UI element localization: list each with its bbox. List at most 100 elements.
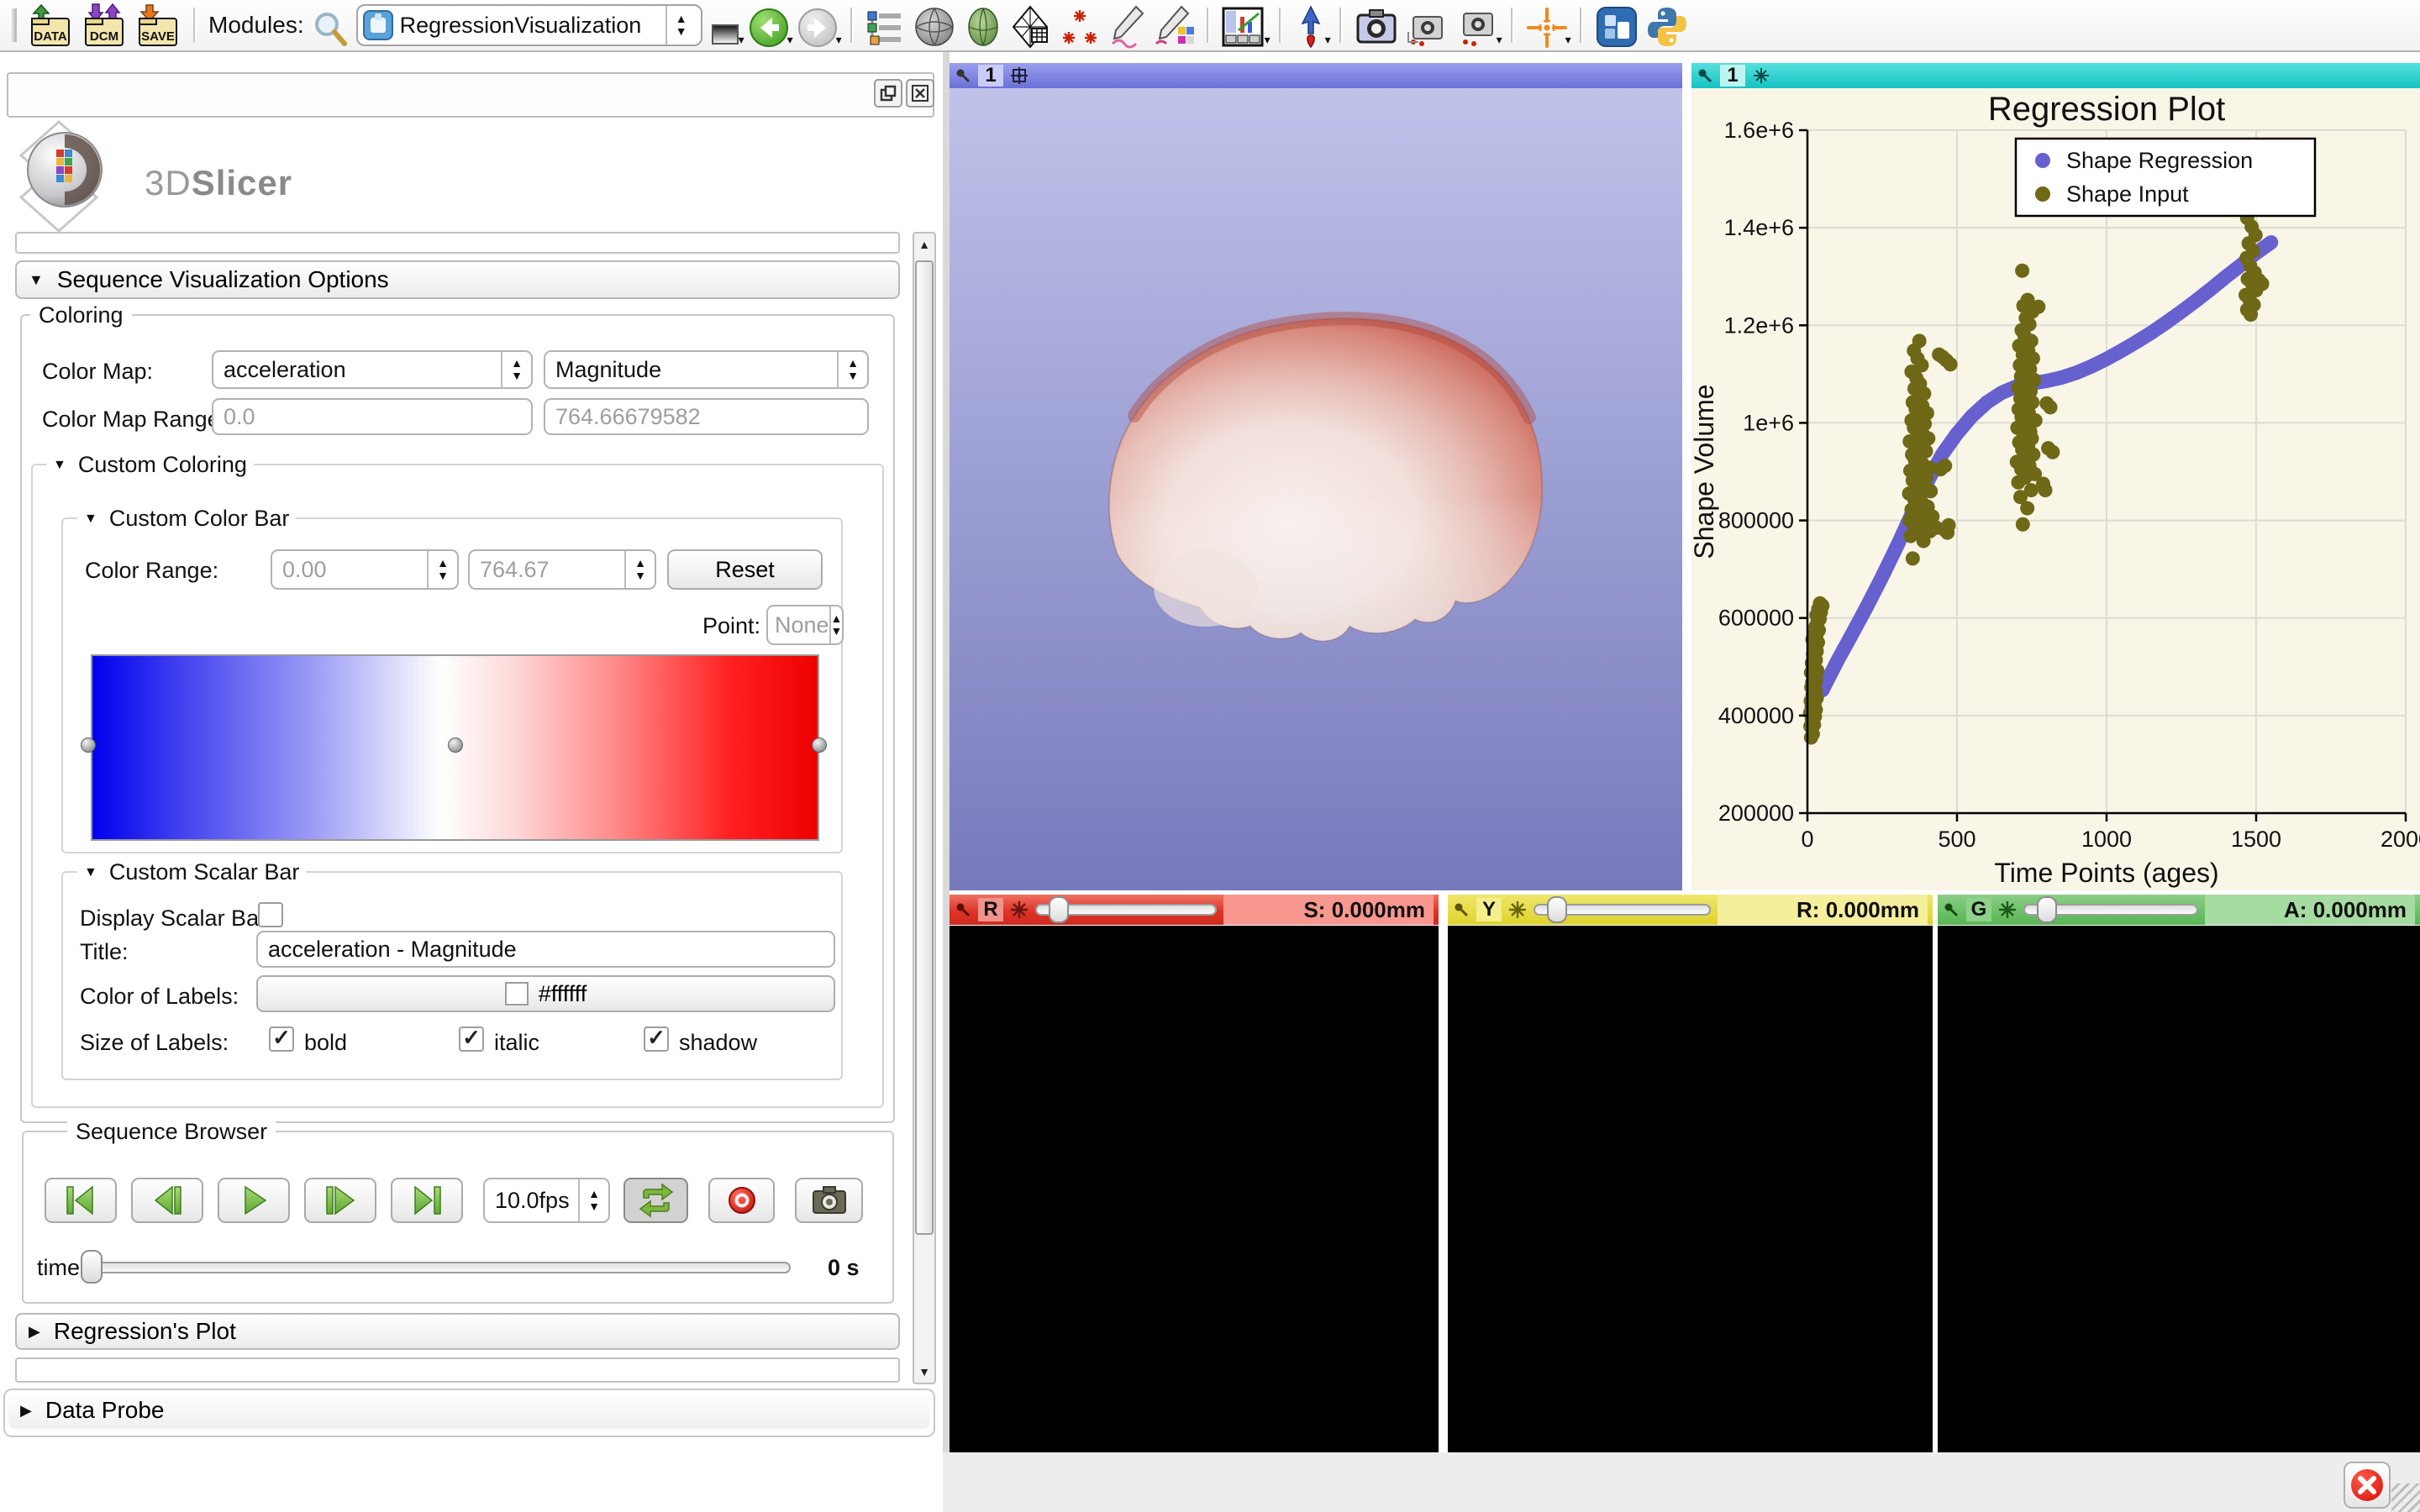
scrollbar-down-icon[interactable]: ▼ [914,1361,934,1383]
pin-icon[interactable] [955,67,971,84]
slice-visibility-icon[interactable] [1998,900,2017,919]
min-spin-arrows[interactable]: ▲▼ [427,551,457,588]
gradient-handle-right[interactable] [812,738,827,753]
error-log-close-button[interactable] [2344,1462,2391,1509]
record-button[interactable] [708,1178,775,1223]
module-search-button[interactable] [309,2,351,49]
time-label: time [37,1255,80,1281]
point-spin-arrows[interactable]: ▲▼ [829,606,843,643]
shadow-checkbox[interactable] [644,1026,669,1052]
time-slider[interactable] [85,1262,791,1273]
gradient-handle-left[interactable] [81,738,96,753]
annotation-pencil-button[interactable] [1104,2,1150,49]
color-map-range-min-field[interactable]: 0.0 [212,398,533,435]
module-selector[interactable]: RegressionVisualization ▲▼ [356,4,702,46]
load-dicom-button[interactable]: DCM [77,2,131,49]
section-data-probe[interactable]: ▶ Data Probe [8,1392,930,1429]
subject-hierarchy-button[interactable] [862,2,909,49]
display-scalar-bar-checkbox[interactable] [258,902,283,927]
panel-splitter[interactable] [943,52,950,1512]
previous-frame-button[interactable] [131,1178,203,1223]
yellow-slider-handle[interactable] [1547,896,1567,923]
play-button[interactable] [218,1178,290,1223]
threed-viewport[interactable] [950,88,1682,890]
screenshot-button[interactable] [1351,2,1402,49]
view-link-icon[interactable] [1010,66,1028,85]
panel-close-button[interactable] [906,79,934,108]
custom-scalar-bar-toggle[interactable]: ▼ Custom Scalar Bar [77,859,306,885]
custom-color-bar-toggle[interactable]: ▼ Custom Color Bar [77,506,296,532]
next-frame-button[interactable] [304,1178,376,1223]
go-to-first-frame-button[interactable] [45,1178,117,1223]
color-map-component-combobox[interactable]: Magnitude ▲▼ [544,350,869,389]
pin-icon[interactable] [1943,901,1960,918]
bold-checkbox[interactable] [269,1026,294,1052]
gradient-handle-middle[interactable] [448,738,463,753]
sequence-screenshot-button[interactable] [795,1178,863,1223]
module-history-icon [711,24,741,49]
section-regressions-plot[interactable]: ▶ Regression's Plot [15,1313,900,1350]
plot-viewport[interactable]: 2000004000006000008000001e+61.2e+61.4e+6… [1691,88,2420,890]
module-history-button[interactable]: ▾ [708,2,744,49]
fps-spinbox[interactable]: 10.0fps ▲▼ [483,1178,610,1223]
fps-spin-arrows[interactable]: ▲▼ [578,1179,608,1221]
color-map-range-max-field[interactable]: 764.66679582 [544,398,869,435]
section-sequence-visualization-options[interactable]: ▼ Sequence Visualization Options [15,260,900,299]
scene-view-restore-button[interactable]: ▾ [1452,2,1502,49]
extensions-manager-button[interactable] [1591,2,1642,49]
plot-view[interactable]: 1 2000004000006000008000001e+61.2e+61.4e… [1691,63,2420,890]
yellow-slice-slider[interactable] [1534,895,1711,925]
red-slice-slider[interactable] [1035,895,1217,925]
scrollbar-thumb[interactable] [915,260,934,1235]
models-module-button[interactable] [960,2,1007,49]
markups-fiducials-button[interactable] [1055,2,1104,49]
load-data-button[interactable]: DATA [24,2,77,49]
red-slider-handle[interactable] [1049,896,1069,923]
color-map-arrows[interactable]: ▲▼ [501,352,531,387]
reset-button[interactable]: Reset [667,549,823,590]
green-slider-handle[interactable] [2037,896,2057,923]
save-button[interactable]: SAVE [131,2,185,49]
panel-scrollbar[interactable]: ▲ ▼ [913,232,936,1384]
point-spinbox[interactable]: None ▲▼ [766,605,844,645]
max-spin-arrows[interactable]: ▲▼ [624,551,655,588]
mouse-interaction-button[interactable]: ▾ [1291,2,1331,49]
threed-view[interactable]: 1 [950,63,1682,890]
layout-selector-button[interactable]: ▾ [1218,2,1270,49]
crosshair-button[interactable]: ▾ [1523,2,1571,49]
go-to-last-frame-button[interactable] [391,1178,463,1223]
toolbar-drag-handle[interactable] [12,8,17,42]
italic-checkbox[interactable] [459,1026,484,1052]
custom-coloring-toggle[interactable]: ▼ Custom Coloring [46,452,254,478]
mesh-module-button[interactable] [1007,2,1055,49]
yellow-slice-viewport[interactable] [1448,926,1933,1452]
color-range-max-spinbox[interactable]: 764.67 ▲▼ [468,549,656,590]
window-resize-grip[interactable] [2391,1483,2420,1512]
time-slider-handle[interactable] [81,1250,103,1284]
green-slice-slider[interactable] [2023,895,2198,925]
color-range-min-spinbox[interactable]: 0.00 ▲▼ [271,549,459,590]
panel-undock-button[interactable] [874,79,902,108]
slice-visibility-icon[interactable] [1508,900,1527,919]
scalar-bar-title-input[interactable]: acceleration - Magnitude [256,931,835,968]
help-collapsed-bar[interactable] [15,232,900,254]
pin-icon[interactable] [955,901,971,918]
component-arrows[interactable]: ▲▼ [837,352,867,387]
color-map-combobox[interactable]: acceleration ▲▼ [212,350,533,389]
color-of-labels-button[interactable]: #ffffff [256,975,835,1012]
scrollbar-up-icon[interactable]: ▲ [914,234,934,255]
slice-visibility-icon[interactable] [1010,900,1028,919]
green-slice-viewport[interactable] [1938,926,2420,1452]
python-console-button[interactable] [1642,2,1692,49]
module-selector-arrows[interactable]: ▲▼ [666,6,696,45]
loop-button[interactable] [623,1178,688,1223]
markup-pencil-button[interactable] [1150,2,1198,49]
red-slice-viewport[interactable] [950,926,1439,1452]
forward-button[interactable]: ▾ [793,2,842,49]
volumes-module-button[interactable] [909,2,960,49]
scene-view-save-button[interactable] [1402,2,1452,49]
back-button[interactable]: ▾ [744,2,793,49]
pin-icon[interactable] [1453,901,1470,918]
plot-options-icon[interactable] [1752,66,1770,85]
pin-icon[interactable] [1697,67,1713,84]
